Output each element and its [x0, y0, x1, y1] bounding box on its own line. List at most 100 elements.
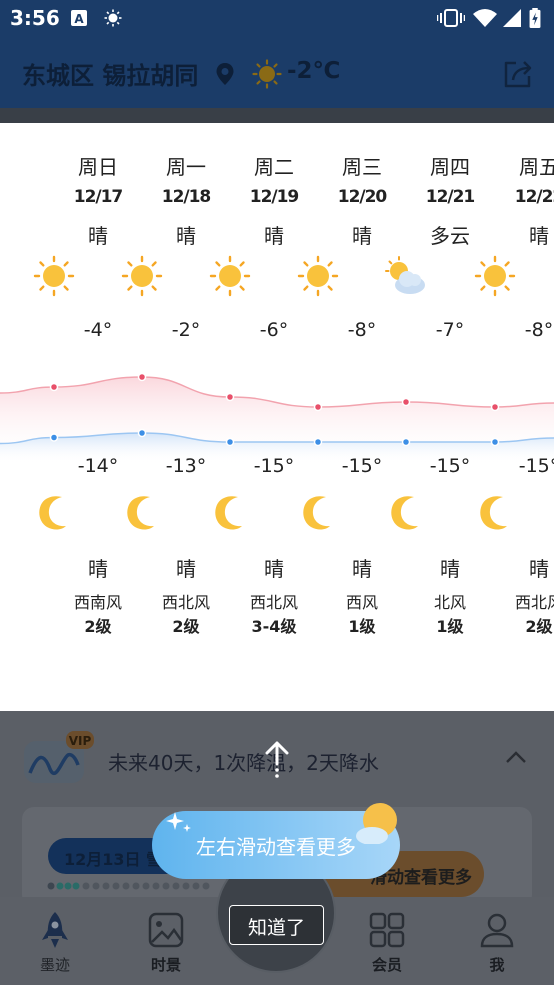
day-condition: 多云: [430, 224, 470, 248]
current-temp: -2℃: [287, 58, 341, 84]
svg-text:A: A: [74, 12, 84, 26]
low-temp: -15°: [253, 455, 295, 477]
nav-label-moji: 墨迹: [39, 956, 70, 974]
moon-icon: [212, 493, 250, 531]
day-condition: 晴: [352, 224, 372, 248]
wind-direction: 西北风: [249, 593, 298, 612]
brightness-icon: [104, 9, 122, 27]
date-label: 12/18: [161, 187, 212, 207]
high-temp: -7°: [435, 319, 465, 341]
low-temp-point: [137, 428, 147, 438]
six-day-forecast-card[interactable]: 周日 12/17 晴 -4° -14° 晴西南风 2级 周一 12/18 晴 -2° -13° 晴西北风…: [0, 123, 554, 711]
chevron-up-icon[interactable]: [504, 747, 528, 767]
day-of-week: 周二: [254, 155, 294, 179]
location-pin-icon: [216, 63, 234, 85]
day-condition: 晴: [88, 224, 108, 248]
night-condition: 晴: [88, 557, 108, 581]
sunny-icon: [121, 255, 163, 297]
moon-icon: [477, 493, 515, 531]
nav-item-member[interactable]: 会员: [352, 910, 422, 975]
signal-icon: [503, 9, 521, 27]
page-dots: [47, 882, 210, 890]
date-label: 12/20: [337, 187, 388, 207]
cloudy-icon: [385, 255, 427, 297]
wind-direction: 西北风: [161, 593, 210, 612]
low-temp-point: [225, 437, 235, 447]
share-icon[interactable]: [502, 58, 534, 90]
day-condition: 晴: [176, 224, 196, 248]
high-temp: -6°: [259, 319, 289, 341]
high-temp-point: [49, 382, 59, 392]
date-label: 12/21: [425, 187, 476, 207]
vibrate-icon: [437, 9, 465, 27]
location-header: 东城区 锡拉胡同 -2℃: [0, 38, 554, 108]
low-temp: -15°: [518, 455, 554, 477]
wind-direction: 西北风: [514, 593, 554, 612]
sunny-icon: [474, 255, 516, 297]
low-temp-point: [49, 433, 59, 442]
image-icon: [148, 912, 184, 948]
sunny-icon: [33, 255, 75, 297]
night-condition: 晴: [264, 557, 284, 581]
day-condition: 晴: [529, 224, 549, 248]
wind-level: 3-4级: [251, 617, 297, 636]
header-divider: [0, 108, 554, 123]
low-temp-point: [313, 437, 323, 447]
high-temp-point: [137, 372, 147, 382]
wind-level: 2级: [525, 617, 553, 636]
low-temp: -14°: [77, 455, 119, 477]
sparkle-icon: [166, 812, 191, 832]
wind-level: 2级: [172, 617, 200, 636]
moon-icon: [388, 493, 426, 531]
vip-forecast-icon: VIP: [24, 731, 94, 783]
wind-level: 1级: [436, 617, 464, 636]
nav-item-me[interactable]: 我: [462, 910, 532, 975]
day-of-week: 周一: [166, 155, 206, 179]
grid-icon: [369, 912, 405, 948]
vip-badge: VIP: [69, 734, 92, 748]
sun-icon: [252, 59, 282, 89]
high-temp-point: [490, 402, 500, 412]
nav-label-me: 我: [489, 956, 505, 974]
swipe-up-arrow-icon: [265, 741, 289, 778]
date-label: 12/17: [73, 187, 124, 207]
forecast-40-day-summary[interactable]: 未来40天，1次降温，2天降水: [108, 747, 379, 776]
got-it-button[interactable]: 知道了: [229, 905, 324, 945]
moon-icon: [300, 493, 338, 531]
night-condition: 晴: [529, 557, 549, 581]
nav-item-moji[interactable]: 墨迹: [20, 910, 90, 975]
wind-direction: 西风: [345, 593, 378, 612]
wifi-icon: [473, 9, 497, 27]
rocket-icon: [42, 912, 68, 948]
high-temp-point: [401, 397, 411, 407]
temperature-curves: [0, 372, 554, 463]
day-of-week: 周日: [78, 155, 118, 179]
wind-level: 1级: [348, 617, 376, 636]
hint-sun-cloud-icon: [356, 803, 397, 844]
night-condition: 晴: [352, 557, 372, 581]
moon-icon: [124, 493, 162, 531]
night-condition: 晴: [176, 557, 196, 581]
night-condition: 晴: [440, 557, 460, 581]
high-temp-point: [313, 402, 323, 412]
nav-item-shijing[interactable]: 时景: [131, 910, 201, 975]
day-of-week: 周五: [519, 155, 554, 179]
low-temp-point: [401, 437, 411, 447]
status-time: 3:56: [10, 6, 60, 30]
date-label: 12/19: [249, 187, 300, 207]
nav-label-shijing: 时景: [150, 956, 181, 974]
high-temp: -8°: [524, 319, 554, 341]
day-condition: 晴: [264, 224, 284, 248]
day-of-week: 周三: [342, 155, 382, 179]
low-temp: -13°: [165, 455, 207, 477]
status-bar: 3:56 A: [0, 0, 554, 38]
location-label[interactable]: 东城区 锡拉胡同: [22, 56, 198, 91]
nav-label-member: 会员: [371, 956, 402, 974]
moon-icon: [36, 493, 74, 531]
low-temp: -15°: [429, 455, 471, 477]
a-box-icon: A: [71, 10, 87, 26]
high-temp: -4°: [83, 319, 113, 341]
high-temp-point: [225, 392, 235, 402]
date-label: 12/22: [514, 187, 554, 207]
sunny-icon: [209, 255, 251, 297]
